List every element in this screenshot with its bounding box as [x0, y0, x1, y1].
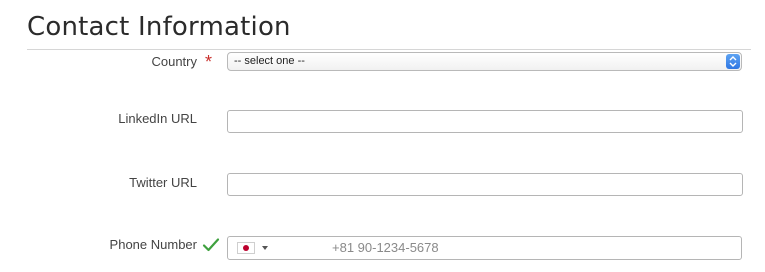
japan-flag-icon[interactable] [237, 242, 255, 254]
phone-placeholder: +81 90-1234-5678 [332, 240, 439, 255]
twitter-url-label: Twitter URL [129, 175, 197, 190]
caret-down-icon[interactable] [262, 246, 268, 250]
linkedin-url-label: LinkedIn URL [118, 111, 197, 126]
section-divider [27, 49, 751, 50]
twitter-url-input[interactable] [227, 173, 743, 196]
page-title: Contact Information [27, 12, 291, 42]
linkedin-url-input[interactable] [227, 110, 743, 133]
country-select-value: -- select one -- [234, 55, 305, 67]
select-arrows-icon [726, 54, 740, 69]
phone-number-input[interactable]: +81 90-1234-5678 [227, 236, 742, 260]
country-label: Country [151, 54, 197, 69]
check-icon [202, 238, 220, 252]
country-select[interactable]: -- select one -- [227, 52, 742, 71]
phone-number-label: Phone Number [109, 237, 197, 252]
required-icon: * [205, 52, 213, 72]
